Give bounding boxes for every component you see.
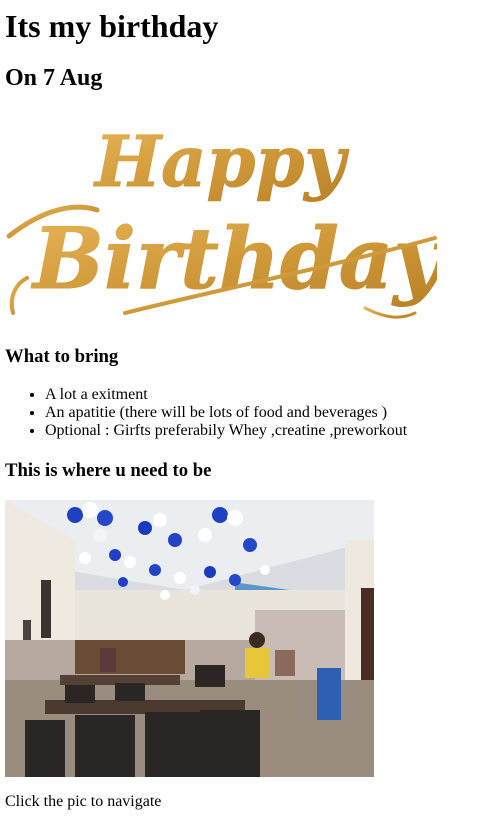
list-item: A lot a exitment (45, 386, 485, 404)
venue-heading: This is where u need to be (5, 460, 212, 481)
bring-heading: What to bring (5, 346, 119, 367)
page-title: Its my birthday (5, 8, 219, 44)
happy-birthday-logo: Happy Birthday (6, 120, 437, 319)
venue-photo[interactable] (5, 500, 374, 777)
bring-list: A lot a exitment An apatitie (there will… (5, 386, 485, 440)
navigate-caption: Click the pic to navigate (5, 793, 162, 810)
svg-text:Birthday: Birthday (31, 209, 437, 308)
event-date: On 7 Aug (5, 65, 103, 91)
svg-text:Happy: Happy (93, 120, 349, 203)
list-item: An apatitie (there will be lots of food … (45, 404, 485, 422)
list-item: Optional : Girfts preferabily Whey ,crea… (45, 422, 485, 440)
